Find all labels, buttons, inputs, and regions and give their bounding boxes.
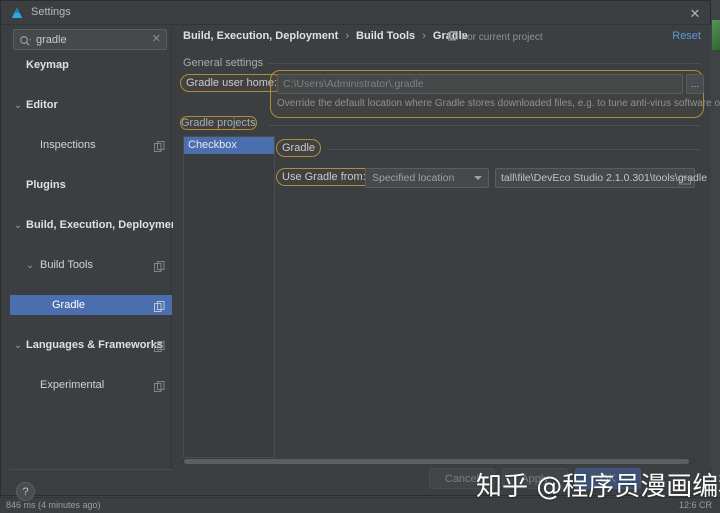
sidebar-item-label: Gradle	[52, 299, 86, 311]
copy-settings-icon	[154, 259, 165, 272]
sidebar-item-editor[interactable]: ⌄ Editor	[10, 95, 172, 115]
gradle-projects-label: Gradle projects	[180, 116, 257, 130]
settings-tree: Keymap ⌄ Editor Inspections Plugins ⌄ Bu…	[10, 55, 181, 392]
settings-sidebar: gradle ✕ Keymap ⌄ Editor Inspections Plu…	[10, 25, 181, 470]
general-settings-rule	[269, 63, 701, 64]
breadcrumb-item-0[interactable]: Build, Execution, Deployment	[183, 30, 338, 42]
cancel-button[interactable]: Cancel	[429, 468, 495, 489]
copy-settings-icon	[154, 379, 165, 392]
chevron-down-icon[interactable]	[474, 176, 482, 180]
sidebar-item-build-tools[interactable]: ⌄ Build Tools	[10, 255, 172, 275]
search-input-value: gradle	[36, 34, 67, 46]
sidebar-item-experimental[interactable]: Experimental	[10, 375, 172, 395]
use-gradle-from-value: Specified location	[372, 172, 455, 184]
clear-search-icon[interactable]: ✕	[152, 32, 161, 45]
reset-link[interactable]: Reset	[672, 30, 701, 42]
sidebar-item-label: Plugins	[26, 179, 66, 191]
dialog-titlebar: Settings ✕	[1, 1, 710, 25]
sidebar-item-build-execution-deployment[interactable]: ⌄ Build, Execution, Deployment	[10, 215, 181, 235]
copy-settings-icon	[154, 299, 165, 312]
chevron-down-icon[interactable]: ⌄	[12, 335, 24, 355]
settings-main-panel: Build, Execution, Deployment › Build Too…	[173, 25, 720, 470]
gradle-projects-rule	[269, 125, 701, 126]
gradle-user-home-input[interactable]: C:\Users\Administrator\.gradle	[277, 74, 683, 94]
search-icon	[19, 34, 31, 46]
use-gradle-from-select[interactable]: Specified location	[365, 168, 489, 188]
sidebar-item-label: Build Tools	[40, 259, 93, 271]
ide-status-bar: 846 ms (4 minutes ago) 12:6 CR	[0, 497, 720, 513]
gradle-user-home-value: C:\Users\Administrator\.gradle	[283, 78, 424, 90]
gradle-user-home-hint: Override the default location where Grad…	[277, 98, 720, 109]
sidebar-item-label: Inspections	[40, 139, 96, 151]
status-bar-left-text: 846 ms (4 minutes ago)	[6, 500, 101, 510]
project-scope-icon	[448, 31, 458, 41]
sidebar-item-languages-frameworks[interactable]: ⌄ Languages & Frameworks	[10, 335, 172, 355]
screen-root: e c a y H c 846 ms (4 minutes ago) 12:6 …	[0, 0, 720, 513]
breadcrumb-separator: ›	[345, 30, 349, 42]
folder-icon[interactable]	[679, 173, 691, 185]
breadcrumb-item-1[interactable]: Build Tools	[356, 30, 415, 42]
copy-settings-icon	[154, 339, 165, 352]
gradle-project-settings-panel: Gradle Use Gradle from: Specified locati…	[275, 136, 707, 458]
status-bar-right-text: 12:6 CR	[678, 500, 712, 510]
sidebar-item-label: Build, Execution, Deployment	[26, 219, 182, 231]
devEco-studio-icon	[10, 6, 24, 20]
sidebar-item-label: Languages & Frameworks	[26, 339, 163, 351]
breadcrumb-separator: ›	[422, 30, 426, 42]
scope-indicator: For current project	[448, 31, 543, 43]
gradle-group-label: Gradle	[275, 139, 322, 157]
sidebar-item-label: Editor	[26, 99, 58, 111]
ok-button[interactable]: OK	[575, 468, 641, 489]
copy-settings-icon	[154, 139, 165, 152]
sidebar-item-inspections[interactable]: Inspections	[10, 135, 172, 155]
sidebar-item-plugins[interactable]: Plugins	[10, 175, 172, 195]
gradle-user-home-label: Gradle user home:	[179, 74, 284, 92]
chevron-down-icon[interactable]: ⌄	[12, 95, 24, 115]
settings-dialog: Settings ✕ gradle ✕ Keymap ⌄ Editor Insp…	[0, 0, 720, 501]
gradle-user-home-browse-button[interactable]: …	[686, 74, 704, 94]
dialog-footer: Cancel Apply OK	[1, 461, 712, 495]
chevron-down-icon[interactable]: ⌄	[12, 215, 24, 235]
ide-inspection-indicator	[712, 20, 720, 50]
sidebar-item-label: Experimental	[40, 379, 105, 391]
dialog-title: Settings	[31, 6, 71, 18]
breadcrumb: Build, Execution, Deployment › Build Too…	[183, 30, 468, 42]
gradle-path-input[interactable]: tall\file\DevEco Studio 2.1.0.301\tools\…	[495, 168, 707, 188]
sidebar-item-keymap[interactable]: Keymap	[10, 55, 172, 75]
gradle-group-rule	[329, 149, 701, 150]
sidebar-item-gradle[interactable]: Gradle	[10, 295, 172, 315]
list-item[interactable]: Checkbox	[184, 137, 274, 154]
search-input[interactable]: gradle ✕	[13, 29, 167, 50]
gradle-path-value: tall\file\DevEco Studio 2.1.0.301\tools\…	[501, 172, 708, 184]
gradle-projects-list[interactable]: Checkbox	[183, 136, 275, 458]
close-icon[interactable]: ✕	[686, 4, 704, 22]
chevron-down-icon[interactable]: ⌄	[24, 255, 36, 275]
apply-button[interactable]: Apply	[502, 468, 568, 489]
sidebar-item-label: Keymap	[26, 59, 69, 71]
general-settings-label: General settings	[183, 57, 264, 69]
use-gradle-from-label: Use Gradle from:	[276, 168, 372, 186]
scope-indicator-label: For current project	[461, 32, 543, 43]
